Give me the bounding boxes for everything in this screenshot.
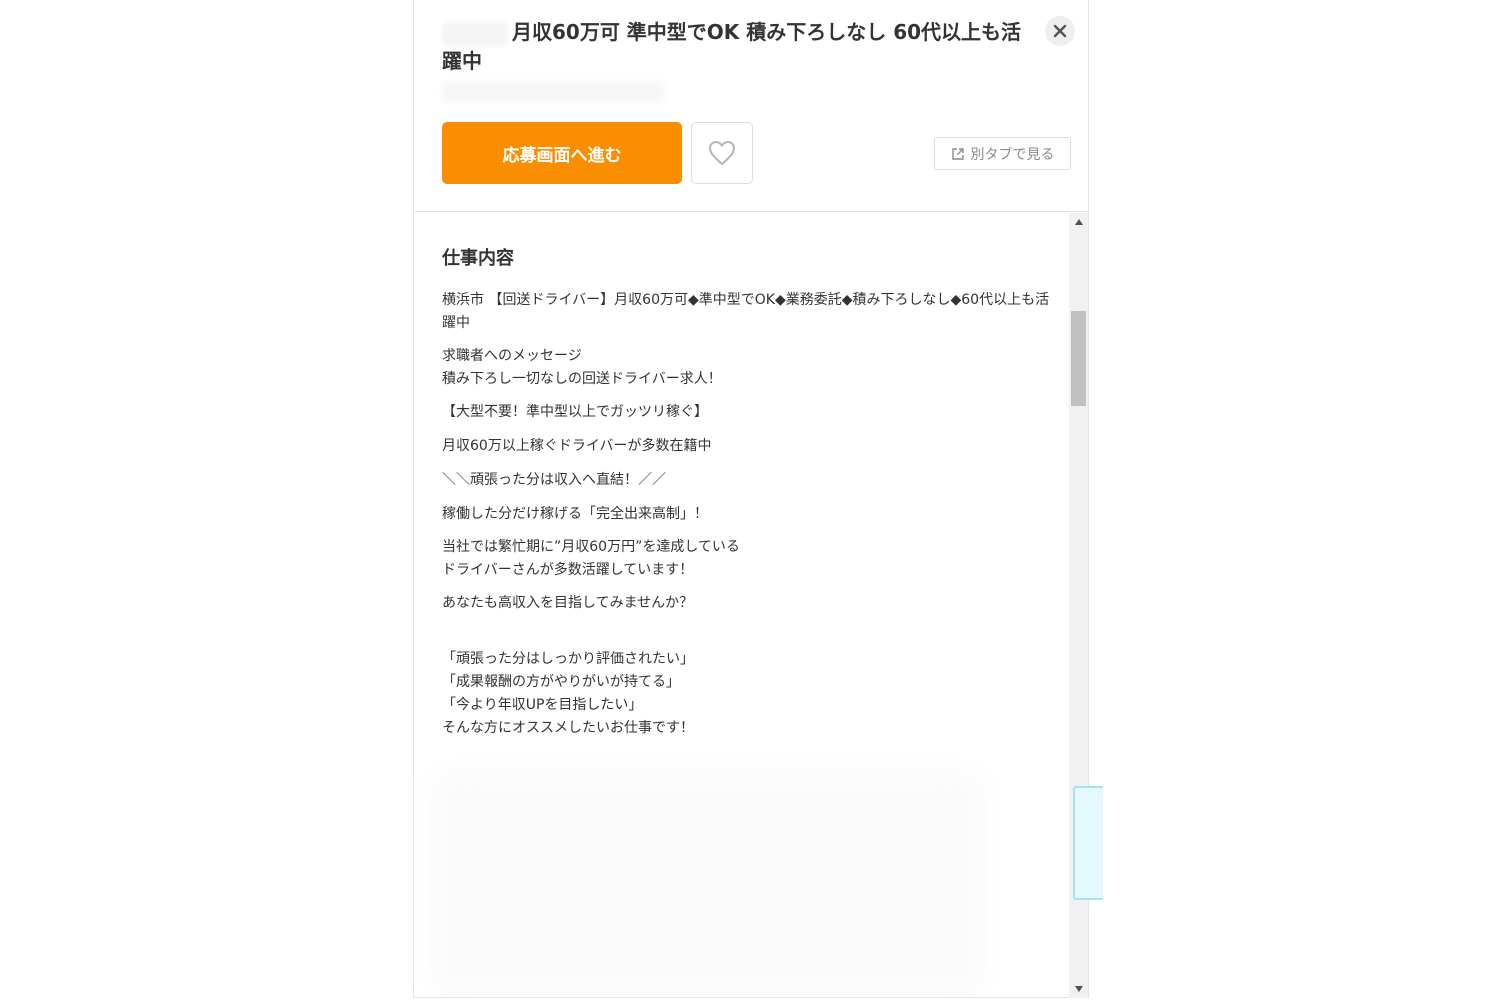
description-paragraph: 稼働した分だけ稼げる「完全出来高制」！ xyxy=(442,506,708,522)
description-paragraph: 求職者へのメッセージ 積み下ろし一切なしの回送ドライバー求人！ xyxy=(442,348,722,387)
blurred-subtitle xyxy=(442,82,664,102)
triangle-up-icon xyxy=(1074,219,1083,225)
external-link-icon xyxy=(951,147,964,160)
description-paragraph: 当社では繁忙期に”月収60万円”を達成している ドライバーさんが多数活躍しています… xyxy=(442,539,740,578)
description-paragraph: 「頑張った分はしっかり評価されたい」 「成果報酬の方がやりがいが持てる」 「今より年… xyxy=(442,651,694,736)
favorite-button[interactable] xyxy=(691,122,753,184)
description-paragraph: 月収60万以上稼ぐドライバーが多数在籍中 xyxy=(442,438,712,454)
scroll-down-arrow[interactable] xyxy=(1069,980,1088,998)
job-title: 月収60万可 準中型でOK 積み下ろしなし 60代以上も活躍中 xyxy=(442,20,1022,73)
open-in-new-tab-label: 別タブで見る xyxy=(970,146,1055,163)
job-detail-panel: 月収60万可 準中型でOK 積み下ろしなし 60代以上も活躍中 応募画面へ進む … xyxy=(413,0,1089,998)
description-paragraph: あなたも高収入を目指してみませんか？ xyxy=(442,595,694,611)
description-paragraph: 横浜市 【回送ドライバー】月収60万可◆準中型でOK◆業務委託◆積み下ろしなし◆… xyxy=(442,292,1050,331)
job-description: 仕事内容 横浜市 【回送ドライバー】月収60万可◆準中型でOK◆業務委託◆積み下… xyxy=(442,212,1052,740)
description-paragraph: ＼＼頑張った分は収入へ直結！／／ xyxy=(442,472,666,488)
description-paragraph: 【大型不要！準中型以上でガッツリ稼ぐ】 xyxy=(442,404,708,420)
close-icon xyxy=(1053,24,1067,38)
heart-icon xyxy=(708,140,736,166)
blurred-content-region xyxy=(428,770,988,995)
scrollbar-thumb[interactable] xyxy=(1071,311,1086,406)
job-header: 月収60万可 準中型でOK 積み下ろしなし 60代以上も活躍中 応募画面へ進む … xyxy=(414,0,1088,212)
scroll-up-arrow[interactable] xyxy=(1069,213,1088,231)
side-tab[interactable] xyxy=(1073,786,1103,900)
section-title: 仕事内容 xyxy=(442,248,514,269)
open-in-new-tab-button[interactable]: 別タブで見る xyxy=(934,137,1071,170)
triangle-down-icon xyxy=(1074,986,1083,992)
apply-button[interactable]: 応募画面へ進む xyxy=(442,122,682,184)
close-button[interactable] xyxy=(1045,16,1075,46)
